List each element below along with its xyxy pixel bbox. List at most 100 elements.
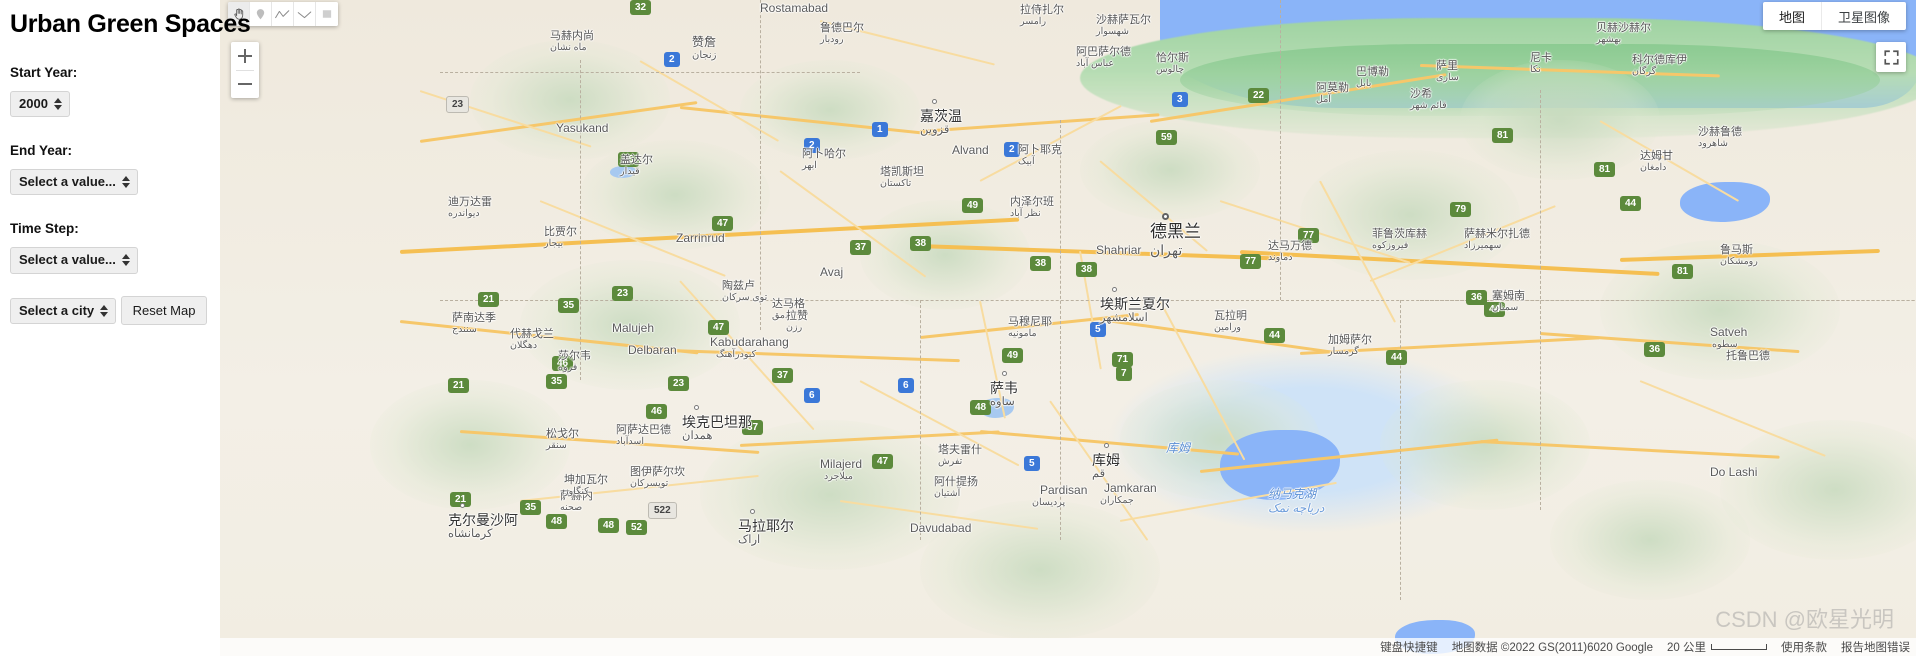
city-marker-dot — [1162, 213, 1169, 220]
terrain-hill — [860, 200, 1030, 310]
admin-boundary — [1540, 90, 1541, 510]
rectangle-tool-button[interactable] — [316, 2, 338, 26]
polyline-tool-button[interactable] — [272, 2, 294, 26]
time-step-select[interactable]: Select a value... — [10, 247, 138, 274]
admin-boundary — [440, 72, 860, 73]
highway-shield: 6 — [804, 388, 820, 403]
city-marker-dot — [460, 503, 465, 508]
highway-shield: 49 — [1002, 348, 1024, 363]
admin-boundary — [1400, 300, 1401, 600]
highway-shield: 35 — [558, 298, 580, 313]
plus-icon-v — [243, 49, 247, 63]
terrain-hill — [700, 420, 960, 570]
page-title: Urban Green Spaces — [10, 10, 251, 38]
polyline-icon — [275, 9, 290, 18]
admin-boundary — [1060, 120, 1061, 540]
highway-shield: 81 — [1492, 128, 1514, 143]
map-type-satellite-button[interactable]: 卫星图像 — [1820, 2, 1906, 30]
chevron-updown-icon — [100, 304, 109, 317]
keyboard-shortcuts-link[interactable]: 键盘快捷键 — [1380, 639, 1438, 655]
start-year-value: 2000 — [19, 95, 48, 111]
page-root: Urban Green Spaces Start Year: 2000 End … — [0, 0, 1916, 656]
admin-boundary — [580, 60, 581, 380]
terrain-hill — [370, 380, 570, 510]
map-scale-bar: 20 公里 — [1667, 639, 1767, 655]
report-map-error-link[interactable]: 报告地图错误 — [1841, 639, 1910, 655]
highway-shield: 35 — [618, 152, 640, 167]
highway-shield: 59 — [1156, 130, 1178, 145]
highway-shield: 44 — [1264, 328, 1286, 343]
city-marker-dot — [1104, 443, 1109, 448]
highway-shield: 77 — [1240, 254, 1262, 269]
map-data-attribution: 地图数据 ©2022 GS(2011)6020 Google — [1451, 642, 1653, 654]
highway-shield: 2 — [804, 138, 820, 153]
control-sidebar: Urban Green Spaces Start Year: 2000 End … — [0, 0, 251, 656]
highway-shield: 38 — [1076, 262, 1098, 277]
highway-shield: 48 — [598, 518, 620, 533]
terrain-hill — [470, 40, 670, 160]
polygon-tool-button[interactable] — [294, 2, 316, 26]
map-attribution-bar: 键盘快捷键 地图数据 ©2022 GS(2011)6020 Google 20 … — [220, 638, 1916, 656]
highway-shield: 36 — [1644, 342, 1666, 357]
start-year-label: Start Year: — [10, 64, 78, 80]
highway-shield: 47 — [712, 216, 734, 231]
city-marker-dot — [750, 509, 755, 514]
city-marker-dot — [1002, 371, 1007, 376]
marker-tool-button[interactable] — [250, 2, 272, 26]
highway-shield: 37 — [772, 368, 794, 383]
admin-boundary — [760, 0, 761, 330]
fullscreen-expand-icon — [1883, 49, 1899, 65]
fullscreen-button[interactable] — [1876, 42, 1906, 72]
highway-shield: 21 — [448, 378, 470, 393]
start-year-select[interactable]: 2000 — [10, 90, 70, 118]
scale-bar-graphic — [1711, 644, 1767, 650]
highway-shield: 2 — [664, 52, 680, 67]
polygon-icon — [297, 11, 312, 18]
city-marker-dot — [694, 405, 699, 410]
end-year-value: Select a value... — [19, 174, 116, 190]
highway-shield: 44 — [1484, 302, 1506, 317]
highway-shield: 32 — [630, 0, 652, 15]
highway-shield: 22 — [1248, 88, 1270, 103]
highway-shield: 77 — [1298, 228, 1320, 243]
highway-shield: 37 — [742, 420, 764, 435]
highway-shield: 49 — [962, 198, 984, 213]
highway-shield: 3 — [1172, 92, 1188, 107]
map-type-map-button[interactable]: 地图 — [1763, 2, 1821, 30]
highway-shield: 48 — [546, 514, 568, 529]
city-value: Select a city — [19, 302, 95, 318]
city-marker-dot — [1112, 287, 1117, 292]
zoom-out-button[interactable] — [231, 70, 259, 98]
highway-shield: 38 — [910, 236, 932, 251]
chevron-updown-icon — [121, 254, 130, 267]
city-marker-dot — [932, 99, 937, 104]
terrain-hill — [1460, 60, 1660, 180]
admin-boundary — [920, 300, 921, 540]
highway-shield: 35 — [520, 500, 542, 515]
highway-shield: 38 — [1030, 256, 1052, 271]
chevron-updown-icon — [53, 97, 62, 110]
map-scale-label: 20 公里 — [1667, 642, 1706, 654]
highway-shield: 47 — [872, 454, 894, 469]
admin-boundary — [1280, 0, 1281, 300]
highway-shield: 37 — [850, 240, 872, 255]
highway-shield: 35 — [546, 374, 568, 389]
highway-shield: 23 — [612, 286, 634, 301]
reset-map-button[interactable]: Reset Map — [120, 295, 208, 325]
map-marker-icon — [256, 8, 265, 19]
end-year-select[interactable]: Select a value... — [10, 169, 138, 196]
map-container[interactable]: 32 2 1 2 2 49 37 38 38 38 3 22 59 77 77 79 44 81 81 81 36 44 4… — [220, 0, 1916, 656]
highway-shield: 5 — [1090, 322, 1106, 337]
zoom-control[interactable] — [231, 42, 259, 98]
zoom-in-button[interactable] — [231, 42, 259, 70]
city-select[interactable]: Select a city — [10, 297, 117, 324]
highway-shield: 522 — [648, 502, 677, 519]
terms-of-use-link[interactable]: 使用条款 — [1781, 639, 1827, 655]
map-type-switcher[interactable]: 地图 卫星图像 — [1762, 2, 1906, 30]
highway-shield: 46 — [552, 356, 574, 371]
time-step-value: Select a value... — [19, 252, 116, 268]
admin-boundary — [1420, 300, 1916, 301]
highway-shield: 6 — [898, 378, 914, 393]
highway-shield: 46 — [646, 404, 668, 419]
highway-shield: 47 — [708, 320, 730, 335]
